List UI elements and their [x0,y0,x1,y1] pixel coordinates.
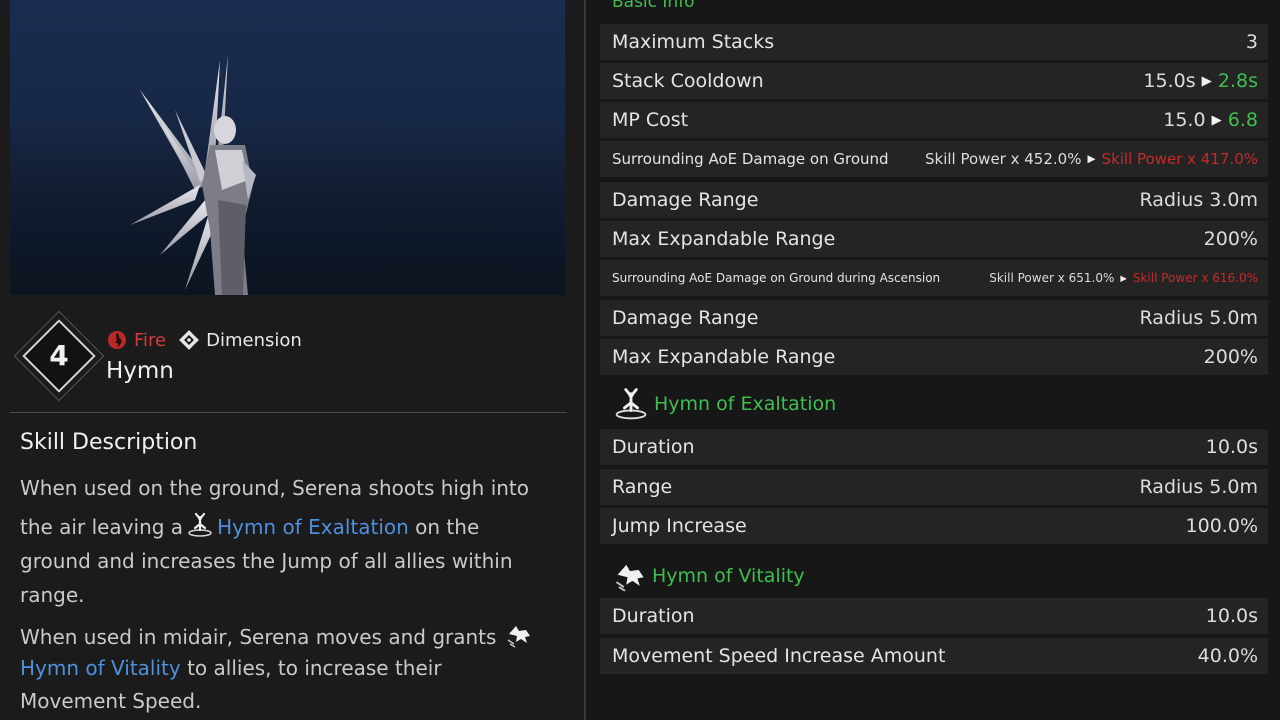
stat-value: 100.0% [1185,515,1258,537]
section-title: Hymn of Vitality [652,565,805,587]
skill-name: Hymn [106,358,174,384]
description-line: When used in midair, Serena moves and gr… [20,622,536,649]
divider [10,412,567,413]
stat-value: Skill Power x 452.0% ▶ Skill Power x 417… [925,150,1258,168]
new-value: Skill Power x 616.0% [1132,271,1258,285]
stat-value: 3 [1245,31,1258,53]
stat-value: 200% [1203,346,1258,368]
stat-label: Duration [612,436,695,458]
hymn-of-exaltation-icon [188,512,212,537]
section-hymn-of-exaltation: Hymn of Exaltation [600,384,1268,424]
stat-value: 40.0% [1197,645,1258,667]
stat-label: Damage Range [612,307,759,329]
stat-row-range: Range Radius 5.0m [600,469,1268,505]
character-figure [130,55,256,295]
description-line: ground and increases the Jump of all all… [20,549,513,573]
stat-value: Radius 5.0m [1139,476,1258,498]
stat-value: 10.0s [1205,436,1258,458]
stat-label: Damage Range [612,189,759,211]
hymn-of-vitality-icon [508,626,531,648]
stat-label: Range [612,476,673,498]
stat-label: Surrounding AoE Damage on Ground [612,150,889,168]
stat-label: Movement Speed Increase Amount [612,645,946,667]
section-hymn-of-vitality: Hymn of Vitality [600,556,1268,596]
stat-row-jump-increase: Jump Increase 100.0% [600,508,1268,544]
description-text: on the [415,515,480,539]
skill-description-title: Skill Description [20,430,198,455]
stat-label: Stack Cooldown [612,70,764,92]
stat-row-duration: Duration 10.0s [600,429,1268,465]
stat-row-stack-cooldown: Stack Cooldown 15.0s ▶ 2.8s [600,63,1268,99]
description-line: the air leaving a Hymn of Exaltation on … [20,512,479,539]
stat-row-damage-range: Damage Range Radius 3.0m [600,182,1268,218]
stat-value: 200% [1203,228,1258,250]
stat-row-aoe-ascension: Surrounding AoE Damage on Ground during … [600,260,1268,296]
fire-icon [108,331,126,349]
section-title: Hymn of Exaltation [654,393,837,415]
new-value: 6.8 [1227,109,1258,131]
stat-label: Max Expandable Range [612,228,836,250]
description-line: Movement Speed. [20,689,202,713]
arrow-right-icon: ▶ [1211,112,1222,128]
stat-row-duration: Duration 10.0s [600,598,1268,634]
skill-type-label: Dimension [206,329,302,351]
new-value: Skill Power x 417.0% [1101,150,1258,168]
description-line: Hymn of Vitality to allies, to increase … [20,656,442,680]
description-text: the air leaving a [20,515,184,539]
stat-row-max-expandable-range: Max Expandable Range 200% [600,221,1268,257]
stat-label: Duration [612,605,695,627]
stat-value: Skill Power x 651.0% ▶ Skill Power x 616… [989,271,1258,285]
stat-row-max-expandable-range: Max Expandable Range 200% [600,339,1268,375]
stat-row-aoe-ground: Surrounding AoE Damage on Ground Skill P… [600,141,1268,177]
stat-label: Maximum Stacks [612,31,775,53]
description-text: to allies, to increase their [187,656,442,680]
stat-row-max-stacks: Maximum Stacks 3 [600,24,1268,60]
stat-row-mp-cost: MP Cost 15.0 ▶ 6.8 [600,102,1268,138]
hymn-of-exaltation-link[interactable]: Hymn of Exaltation [217,515,409,539]
skill-preview-video[interactable] [10,0,565,295]
arrow-right-icon: ▶ [1201,73,1212,89]
stat-label: Max Expandable Range [612,346,836,368]
new-value: 2.8s [1217,70,1258,92]
old-value: Skill Power x 651.0% [989,271,1115,285]
stat-value: Radius 5.0m [1139,307,1258,329]
stat-row-damage-range: Damage Range Radius 5.0m [600,300,1268,336]
stat-value: Radius 3.0m [1139,189,1258,211]
stat-label: Jump Increase [612,515,747,537]
stat-value: 10.0s [1205,605,1258,627]
basic-info-title: Basic Info [612,0,695,12]
description-line: range. [20,583,85,607]
old-value: 15.0s [1143,70,1196,92]
old-value: Skill Power x 452.0% [925,150,1082,168]
skill-tags: Fire Dimension [106,328,302,352]
description-line: When used on the ground, Serena shoots h… [20,476,530,500]
hymn-of-vitality-link[interactable]: Hymn of Vitality [20,656,181,680]
stat-row-movement-speed: Movement Speed Increase Amount 40.0% [600,638,1268,674]
arrow-right-icon: ▶ [1120,273,1127,283]
hymn-of-exaltation-icon [615,388,647,420]
arrow-right-icon: ▶ [1087,153,1096,165]
old-value: 15.0 [1163,109,1206,131]
stat-label: Surrounding AoE Damage on Ground during … [612,271,941,285]
panel-separator [584,0,586,720]
stat-label: MP Cost [612,109,689,131]
element-label: Fire [134,329,167,351]
description-text: When used in midair, Serena moves and gr… [20,625,497,649]
stat-value: 15.0 ▶ 6.8 [1163,109,1258,131]
stat-value: 15.0s ▶ 2.8s [1143,70,1258,92]
skill-slot-number: 4 [49,339,69,372]
hymn-of-vitality-icon [615,564,644,592]
dimension-icon [179,330,200,350]
